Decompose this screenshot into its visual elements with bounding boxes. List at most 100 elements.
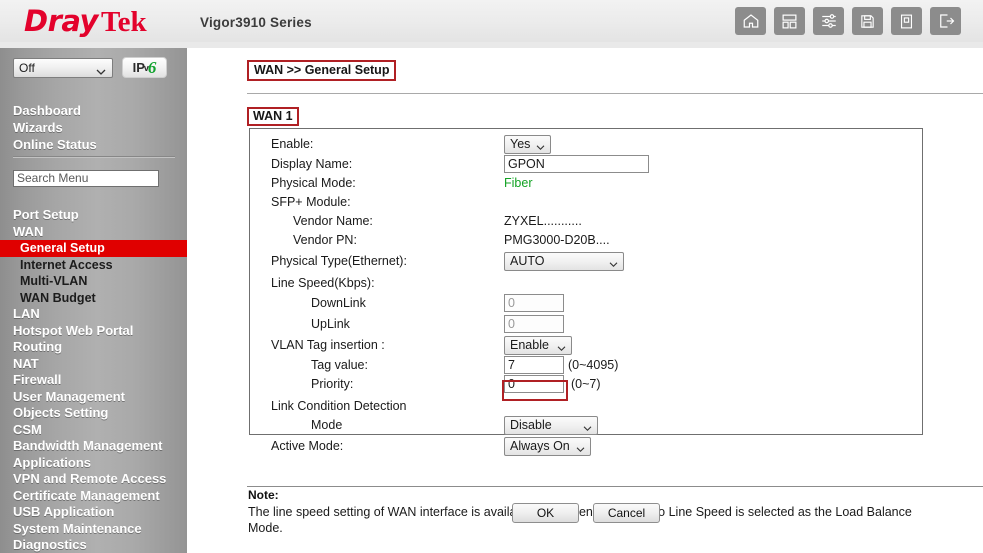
enable-select-value: Yes: [510, 137, 531, 151]
note-title: Note:: [248, 488, 279, 502]
active-mode-select[interactable]: Always On: [504, 437, 591, 456]
vendor-pn-label: Vendor PN:: [293, 233, 357, 247]
breadcrumb-rule: [247, 93, 983, 94]
mode-label: Mode: [311, 418, 343, 432]
device-model-title: Vigor3910 Series: [200, 15, 312, 30]
logo-tek-text: Tek: [100, 6, 147, 38]
save-icon: [859, 13, 876, 30]
display-name-input[interactable]: GPON: [504, 155, 649, 173]
sidebar-item-diagnostics[interactable]: Diagnostics: [0, 537, 187, 553]
uplink-input[interactable]: 0: [504, 315, 564, 333]
sidebar-item-port-setup[interactable]: Port Setup: [0, 207, 187, 224]
tag-value-input[interactable]: 7: [504, 356, 564, 374]
physical-type-select-value: AUTO: [510, 254, 545, 268]
settings-sliders-icon: [820, 12, 838, 30]
panel-title: WAN 1: [247, 107, 299, 126]
wan1-settings-panel: Enable: Yes Display Name: GPON Physical …: [249, 128, 923, 456]
chevron-down-icon: [583, 420, 592, 437]
tag-value-range: (0~4095): [568, 358, 619, 372]
logo-dray-text: Dray: [24, 4, 98, 38]
breadcrumb: WAN >> General Setup: [247, 60, 397, 81]
logout-icon-button[interactable]: [930, 7, 961, 35]
sfp-module-label: SFP+ Module:: [271, 195, 351, 209]
sidebar: Off IP v 6 Dashboard Wizards Online Status…: [0, 48, 187, 553]
dashboard-icon-button[interactable]: [774, 7, 805, 35]
home-icon: [742, 12, 760, 30]
sidebar-top-nav: Dashboard Wizards Online Status: [13, 102, 175, 153]
manual-icon-button[interactable]: [891, 7, 922, 35]
vlan-tag-insertion-select[interactable]: Enable: [504, 336, 572, 355]
vlan-tag-insertion-value: Enable: [510, 338, 549, 352]
sidebar-item-nat[interactable]: NAT: [0, 356, 187, 373]
sidebar-item-firewall[interactable]: Firewall: [0, 372, 187, 389]
vendor-pn-value: PMG3000-D20B....: [504, 233, 610, 247]
sidebar-item-internet-access[interactable]: Internet Access: [0, 257, 187, 274]
priority-input[interactable]: 0: [504, 375, 564, 393]
enable-select[interactable]: Yes: [504, 135, 551, 154]
mode-select-value: Off: [19, 60, 35, 75]
sidebar-item-bandwidth-management[interactable]: Bandwidth Management: [0, 438, 187, 455]
link-mode-select[interactable]: Disable: [504, 416, 598, 435]
cancel-button[interactable]: Cancel: [593, 503, 660, 523]
home-icon-button[interactable]: [735, 7, 766, 35]
chevron-down-icon: [536, 139, 545, 156]
sidebar-item-general-setup[interactable]: General Setup: [0, 240, 187, 257]
priority-label: Priority:: [311, 377, 354, 391]
sidebar-item-system-maintenance[interactable]: System Maintenance: [0, 521, 187, 538]
sidebar-top-controls: Off IP v 6: [13, 57, 167, 78]
ok-button[interactable]: OK: [512, 503, 579, 523]
sidebar-item-multi-vlan[interactable]: Multi-VLAN: [0, 273, 187, 290]
search-input[interactable]: Search Menu: [13, 170, 159, 187]
physical-type-select[interactable]: AUTO: [504, 252, 624, 271]
app-header: Dray Tek Vigor3910 Series: [0, 0, 983, 42]
vendor-name-value: ZYXEL...........: [504, 214, 582, 228]
sidebar-item-routing[interactable]: Routing: [0, 339, 187, 356]
downlink-input[interactable]: 0: [504, 294, 564, 312]
panel-title-wrap: WAN 1: [247, 107, 299, 126]
vendor-name-label: Vendor Name:: [293, 214, 373, 228]
note-divider: [247, 486, 983, 487]
mode-select[interactable]: Off: [13, 57, 113, 81]
sidebar-item-online-status[interactable]: Online Status: [13, 136, 175, 153]
ipv6-six-text: 6: [147, 57, 157, 77]
sidebar-item-objects-setting[interactable]: Objects Setting: [0, 405, 187, 422]
physical-type-label: Physical Type(Ethernet):: [271, 254, 407, 268]
sidebar-main-menu: Port Setup WAN General Setup Internet Acces…: [0, 207, 187, 553]
logout-icon: [937, 12, 955, 30]
link-condition-detection-label: Link Condition Detection: [271, 399, 407, 413]
display-name-label: Display Name:: [271, 157, 353, 171]
link-mode-select-value: Disable: [510, 418, 552, 432]
page-root: Dray Tek Vigor3910 Series Off IP v 6 Das…: [0, 0, 983, 553]
sidebar-item-vpn-and-remote-access[interactable]: VPN and Remote Access: [0, 471, 187, 488]
sidebar-item-wizards[interactable]: Wizards: [13, 119, 175, 136]
physical-mode-label: Physical Mode:: [271, 176, 356, 190]
physical-mode-value: Fiber: [504, 176, 533, 190]
sidebar-item-wan[interactable]: WAN: [0, 224, 187, 241]
header-icon-bar: [735, 7, 961, 35]
form-buttons: OK Cancel: [512, 503, 660, 523]
chevron-down-icon: [96, 63, 106, 81]
sidebar-divider: [13, 156, 175, 158]
sidebar-item-wan-budget[interactable]: WAN Budget: [0, 290, 187, 307]
sidebar-item-usb-application[interactable]: USB Application: [0, 504, 187, 521]
chevron-down-icon: [609, 256, 618, 273]
settings-sliders-icon-button[interactable]: [813, 7, 844, 35]
tag-value-label: Tag value:: [311, 358, 368, 372]
save-icon-button[interactable]: [852, 7, 883, 35]
active-mode-label: Active Mode:: [271, 439, 344, 453]
sidebar-item-applications[interactable]: Applications: [0, 455, 187, 472]
sidebar-item-certificate-management[interactable]: Certificate Management: [0, 488, 187, 505]
sidebar-item-csm[interactable]: CSM: [0, 422, 187, 439]
sidebar-item-lan[interactable]: LAN: [0, 306, 187, 323]
sidebar-item-hotspot-web-portal[interactable]: Hotspot Web Portal: [0, 323, 187, 340]
ipv6-toggle-button[interactable]: IP v 6: [122, 57, 167, 78]
active-mode-select-value: Always On: [510, 439, 570, 453]
vlan-tag-insertion-label: VLAN Tag insertion :: [271, 338, 385, 352]
breadcrumb-wrap: WAN >> General Setup: [247, 60, 397, 81]
draytek-logo: Dray Tek: [24, 6, 147, 37]
chevron-down-icon: [576, 441, 585, 458]
downlink-label: DownLink: [311, 296, 366, 310]
sidebar-item-dashboard[interactable]: Dashboard: [13, 102, 175, 119]
sidebar-item-user-management[interactable]: User Management: [0, 389, 187, 406]
priority-range: (0~7): [571, 377, 601, 391]
